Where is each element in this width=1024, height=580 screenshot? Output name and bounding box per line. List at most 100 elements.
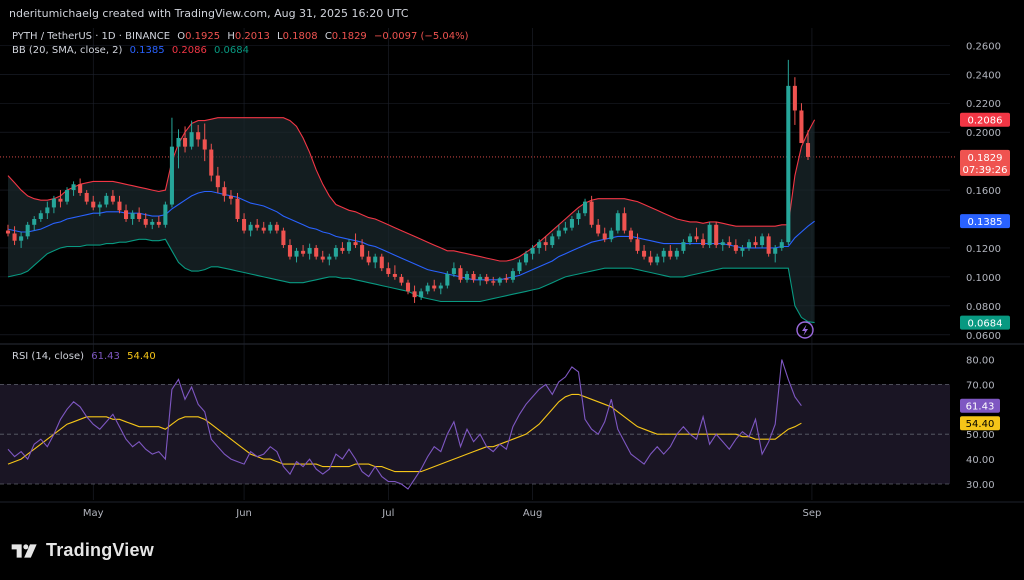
credit-text: nderitumichaelg created with TradingView…	[9, 7, 409, 20]
candle-body	[91, 201, 96, 208]
candle	[714, 221, 719, 248]
candle-body	[373, 256, 378, 263]
ohlc-c-label: C	[325, 31, 332, 42]
price-tick-label: 0.1600	[966, 186, 1001, 197]
candle-body	[773, 247, 778, 254]
candle-body	[622, 213, 627, 231]
candle-body	[405, 282, 411, 292]
candle-body	[550, 236, 555, 246]
symbol-name[interactable]: PYTH / TetherUS · 1D · BINANCE	[12, 31, 170, 42]
tradingview-logo[interactable]: TradingView	[10, 540, 154, 561]
rsi-label[interactable]: RSI (14, close)	[12, 351, 84, 362]
candle-body	[215, 175, 220, 188]
candle-body	[156, 221, 161, 225]
ohlc-l-value: 0.1808	[283, 31, 318, 42]
bb-lower-tag-text: 0.0684	[968, 319, 1003, 330]
candle-body	[642, 250, 647, 257]
candle-body	[5, 230, 11, 234]
rsi-ma-value-tag-text: 54.40	[966, 419, 995, 430]
price-tick-label: 0.0800	[966, 302, 1001, 313]
trading-chart[interactable]: 0.2600 0.2400 0.2200 0.2000 0.1600 0.1200 0.10…	[0, 0, 1024, 576]
candle	[163, 201, 168, 228]
candle-body	[196, 132, 201, 140]
price-tick-label: 0.2000	[966, 128, 1001, 139]
candle-body	[78, 184, 83, 193]
candle-body	[491, 281, 496, 283]
candle-body	[412, 291, 417, 298]
candle-body	[314, 247, 319, 257]
candle-body	[707, 224, 712, 246]
candle	[786, 59, 791, 246]
price-tick-label: 0.2200	[966, 99, 1001, 110]
candle-body	[530, 247, 535, 254]
bb-label[interactable]: BB (20, SMA, close, 2)	[12, 45, 123, 56]
last-price-tag-text: 0.1829	[968, 153, 1003, 164]
candle-body	[602, 233, 607, 240]
candle-body	[287, 245, 292, 257]
candle-body	[25, 224, 30, 237]
candle-body	[281, 230, 286, 246]
candle-body	[327, 256, 332, 260]
time-tick-label: Jul	[381, 508, 394, 519]
candle-body	[635, 239, 640, 251]
candle-body	[766, 236, 771, 254]
candle-body	[458, 268, 463, 280]
candle	[281, 227, 286, 248]
candle-body	[242, 219, 247, 231]
candle-body	[38, 213, 43, 220]
ohlc-o-label: O	[177, 31, 185, 42]
price-tick-label: 0.0600	[966, 331, 1001, 342]
candle-body	[504, 278, 509, 280]
candle-body	[399, 276, 404, 283]
candle-body	[137, 213, 142, 220]
ohlc-o-value: 0.1925	[185, 31, 220, 42]
candle-body	[150, 221, 155, 225]
time-tick-label: May	[83, 508, 104, 519]
candle-body	[189, 132, 194, 147]
candle-body	[130, 213, 135, 220]
candle-body	[517, 262, 522, 272]
candle-body	[386, 268, 391, 274]
candle	[707, 221, 712, 248]
candle-body	[471, 273, 476, 280]
rsi-tick-label: 50.00	[966, 430, 995, 441]
bb-legend: BB (20, SMA, close, 2) 0.1385 0.2086 0.0…	[12, 45, 249, 56]
candle-body	[117, 201, 122, 211]
candle-body	[419, 291, 424, 298]
ohlc-h-value: 0.2013	[235, 31, 270, 42]
candle-body	[628, 230, 633, 240]
candle-body	[740, 247, 745, 251]
candle-body	[569, 219, 574, 228]
candle-body	[110, 195, 115, 202]
candle-body	[222, 187, 227, 196]
bb-upper-tag-text: 0.2086	[968, 116, 1003, 127]
candle-body	[674, 250, 679, 257]
candle-body	[84, 192, 89, 202]
bb-basis-tag-text: 0.1385	[968, 217, 1003, 228]
candle-body	[333, 247, 338, 257]
candle-body	[655, 256, 660, 263]
symbol-legend: PYTH / TetherUS · 1D · BINANCE O0.1925 H…	[12, 31, 469, 42]
rsi-value-tag-text: 61.43	[966, 402, 995, 413]
ohlc-change: −0.0097 (−5.04%)	[374, 31, 469, 42]
candle-body	[379, 256, 384, 269]
candle-body	[576, 213, 581, 220]
time-tick-label: Jun	[235, 508, 252, 519]
rsi-legend: RSI (14, close) 61.43 54.40	[12, 351, 156, 362]
candle-body	[248, 224, 253, 231]
tradingview-logo-icon	[11, 543, 37, 558]
candle-body	[537, 242, 542, 248]
candle-body	[183, 137, 188, 147]
chart-root: 0.2600 0.2400 0.2200 0.2000 0.1600 0.1200 0.10…	[0, 0, 1024, 576]
candle-body	[445, 273, 450, 286]
price-tick-label: 0.1200	[966, 244, 1001, 255]
candle-body	[681, 242, 686, 251]
candle-body	[32, 219, 37, 225]
candle-body	[615, 213, 620, 231]
rsi-legend-value: 61.43	[91, 351, 120, 362]
candle-body	[543, 242, 548, 246]
candle-body	[687, 236, 692, 243]
candle-body	[668, 250, 673, 257]
candle-body	[727, 242, 732, 246]
candle-body	[464, 273, 470, 280]
